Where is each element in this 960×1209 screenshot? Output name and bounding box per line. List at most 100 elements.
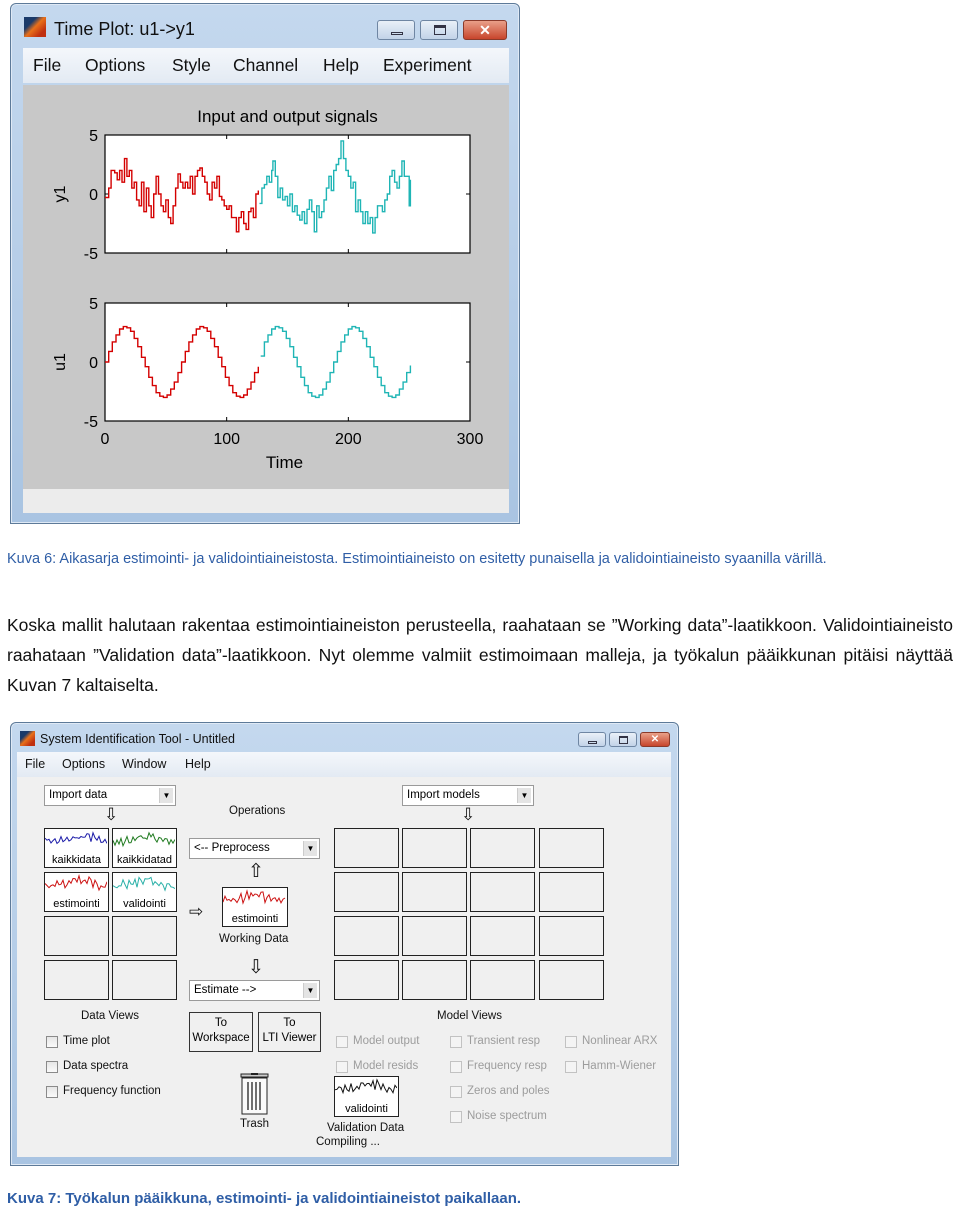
signal-thumbnail-icon (45, 874, 107, 892)
plot-axes-box (104, 302, 471, 422)
frequency-function-label: Frequency function (63, 1085, 161, 1097)
to-lti-viewer-button[interactable]: To LTI Viewer (258, 1012, 321, 1052)
minimize-icon (588, 741, 597, 744)
working-data-box[interactable]: estimointi (222, 887, 288, 927)
empty-data-slot[interactable] (112, 916, 177, 956)
signal-thumbnail-icon (223, 889, 286, 905)
empty-model-slot[interactable] (334, 828, 399, 868)
x-tick-label: 0 (101, 431, 110, 448)
empty-model-slot[interactable] (402, 916, 467, 956)
trash-icon[interactable] (240, 1073, 269, 1115)
y-tick-label: 0 (89, 187, 98, 204)
y-axis-label: y1 (52, 185, 69, 202)
menu-options[interactable]: Options (62, 757, 105, 771)
model-resids-checkbox[interactable] (336, 1061, 348, 1073)
thumbnail-signal (113, 831, 175, 848)
import-models-dropdown[interactable]: Import models ▼ (402, 785, 534, 806)
menu-window[interactable]: Window (122, 757, 166, 771)
empty-data-slot[interactable] (44, 960, 109, 1000)
estimate-dropdown[interactable]: Estimate --> ▼ (189, 980, 320, 1001)
thumbnail-signal (223, 889, 286, 905)
data-item-name: estimointi (53, 898, 100, 910)
zeros-and-poles-checkbox[interactable] (450, 1086, 462, 1098)
thumbnail-signal (45, 874, 107, 892)
data-item-box[interactable]: kaikkidatad (112, 828, 177, 868)
to-workspace-line2: Workspace (192, 1032, 250, 1044)
operations-label: Operations (229, 805, 286, 817)
chart-title: Input and output signals (197, 107, 378, 126)
data-item-name: kaikkidatad (116, 854, 173, 866)
menu-help[interactable]: Help (185, 757, 211, 771)
noise-spectrum-checkbox[interactable] (450, 1111, 462, 1123)
arrow-up-icon: ⇧ (248, 861, 264, 882)
working-data-label: Working Data (219, 933, 289, 945)
chevron-down-icon: ▼ (159, 788, 173, 803)
close-icon: ✕ (650, 734, 660, 745)
model-output-checkbox[interactable] (336, 1036, 348, 1048)
menu-file[interactable]: File (25, 757, 45, 771)
empty-model-slot[interactable] (539, 960, 604, 1000)
data-item-box[interactable]: kaikkidata (44, 828, 109, 868)
data-spectra-checkbox[interactable] (46, 1061, 58, 1073)
empty-data-slot[interactable] (44, 916, 109, 956)
y-tick-label: 5 (89, 128, 98, 145)
status-text: Compiling ... (316, 1136, 380, 1148)
working-data-item: estimointi (231, 913, 279, 925)
time-plot-axes: Input and output signals-505y1-5050 100 20… (52, 107, 484, 472)
data-item-name: validointi (123, 898, 166, 910)
window-title: System Identification Tool - Untitled (40, 732, 236, 746)
nonlinear-arx-checkbox[interactable] (565, 1036, 577, 1048)
data-spectra-label: Data spectra (63, 1060, 129, 1072)
empty-model-slot[interactable] (470, 916, 535, 956)
empty-model-slot[interactable] (402, 872, 467, 912)
chevron-down-icon: ▼ (517, 788, 531, 803)
menu-bar: File Options Window Help (17, 752, 671, 777)
arrow-right-icon: ⇨ (189, 902, 204, 921)
empty-model-slot[interactable] (539, 916, 604, 956)
empty-data-slot[interactable] (112, 960, 177, 1000)
validation-data-item: validointi (345, 1103, 388, 1115)
minimize-button[interactable] (578, 732, 606, 747)
empty-model-slot[interactable] (334, 916, 399, 956)
thumbnail-signal (113, 876, 175, 892)
empty-model-slot[interactable] (334, 872, 399, 912)
to-workspace-button[interactable]: To Workspace (189, 1012, 253, 1052)
y-axis-label: u1 (52, 353, 69, 371)
data-views-label: Data Views (81, 1010, 139, 1022)
model-output-label: Model output (353, 1035, 420, 1047)
time-plot-checkbox[interactable] (46, 1036, 58, 1048)
import-data-dropdown[interactable]: Import data ▼ (44, 785, 176, 806)
trash-label: Trash (240, 1118, 269, 1130)
empty-model-slot[interactable] (402, 828, 467, 868)
signal-thumbnail-icon (45, 831, 107, 845)
data-item-box[interactable]: estimointi (44, 872, 109, 912)
data-item-box[interactable]: validointi (112, 872, 177, 912)
frequency-resp-label: Frequency resp (467, 1060, 547, 1072)
close-button[interactable]: ✕ (640, 732, 670, 747)
hamm-wiener-checkbox[interactable] (565, 1061, 577, 1073)
validation-data-box[interactable]: validointi (334, 1076, 399, 1117)
to-lti-line2: LTI Viewer (262, 1032, 317, 1044)
maximize-button[interactable] (609, 732, 637, 747)
frequency-resp-checkbox[interactable] (450, 1061, 462, 1073)
estimate-label: Estimate --> (194, 984, 257, 996)
x-axis-label: Time (266, 453, 303, 472)
chevron-down-icon: ▼ (303, 841, 317, 856)
arrow-down-icon: ⇩ (248, 957, 264, 978)
preprocess-dropdown[interactable]: <-- Preprocess ▼ (189, 838, 320, 859)
x-tick-label: 300 (457, 431, 484, 448)
empty-model-slot[interactable] (470, 960, 535, 1000)
empty-model-slot[interactable] (539, 828, 604, 868)
signal-thumbnail-icon (113, 831, 175, 848)
empty-model-slot[interactable] (470, 872, 535, 912)
to-lti-line1: To (283, 1017, 296, 1029)
empty-model-slot[interactable] (334, 960, 399, 1000)
empty-model-slot[interactable] (402, 960, 467, 1000)
thumbnail-signal (45, 831, 107, 845)
preprocess-label: <-- Preprocess (194, 842, 270, 854)
empty-model-slot[interactable] (539, 872, 604, 912)
empty-model-slot[interactable] (470, 828, 535, 868)
transient-resp-checkbox[interactable] (450, 1036, 462, 1048)
x-tick-label: 200 (335, 431, 362, 448)
frequency-function-checkbox[interactable] (46, 1086, 58, 1098)
